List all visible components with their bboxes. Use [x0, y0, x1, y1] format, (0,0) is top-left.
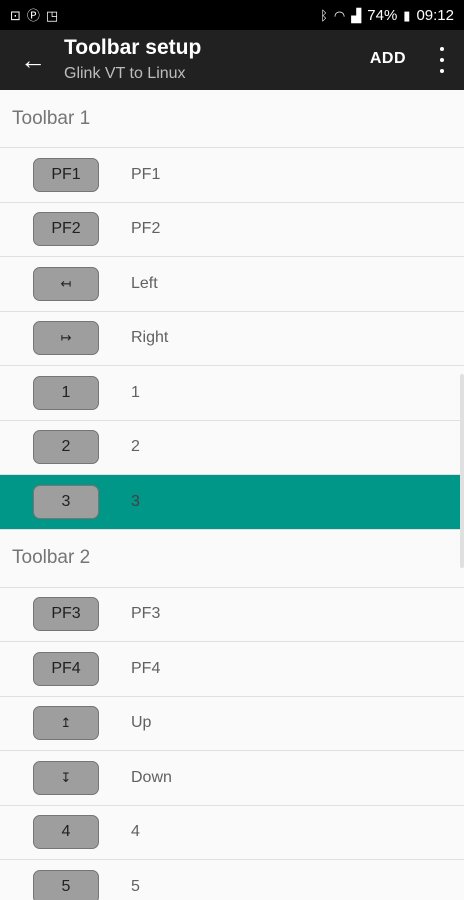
key-preview: 2	[33, 430, 99, 465]
key-preview: PF2	[33, 212, 99, 247]
section-header-toolbar-2: Toolbar 2	[0, 530, 464, 588]
right-arrow-key-icon: ↦	[33, 321, 99, 356]
key-label: PF2	[131, 220, 161, 238]
list-item-4[interactable]: 4 4	[0, 806, 464, 860]
key-label: 3	[131, 492, 140, 510]
key-label: PF1	[131, 165, 161, 183]
wifi-icon: ◠	[333, 7, 346, 23]
app-bar: ← Toolbar setup Glink VT to Linux ADD	[0, 30, 464, 90]
key-label: 2	[131, 438, 140, 456]
list-item-pf2[interactable]: PF2 PF2	[0, 203, 464, 257]
key-preview: 5	[33, 869, 99, 900]
up-arrow-key-icon: ↥	[33, 706, 99, 741]
key-label: Right	[131, 329, 169, 347]
list-item-5[interactable]: 5 5	[0, 860, 464, 900]
down-arrow-key-icon: ↧	[33, 760, 99, 795]
add-button[interactable]: ADD	[370, 50, 406, 68]
key-preview: 4	[33, 815, 99, 850]
key-label: Down	[131, 768, 172, 786]
signal-icon: ▟	[351, 7, 362, 23]
key-label: 1	[131, 383, 140, 401]
cast-icon: ◳	[45, 7, 59, 23]
list-item-down[interactable]: ↧ Down	[0, 751, 464, 806]
list-item-2[interactable]: 2 2	[0, 421, 464, 475]
list-item-pf3[interactable]: PF3 PF3	[0, 588, 464, 642]
key-preview: 1	[33, 375, 99, 410]
key-preview: PF4	[33, 651, 99, 686]
list-item-pf4[interactable]: PF4 PF4	[0, 642, 464, 697]
list-item-up[interactable]: ↥ Up	[0, 697, 464, 751]
toolbar-list: Toolbar 1 PF1 PF1 PF2 PF2 ↤ Left ↦ Right…	[0, 90, 464, 900]
circle-p-icon: Ⓟ	[26, 7, 40, 23]
status-right-icons: ᛒ ◠ ▟ 74% ▮ 09:12	[320, 7, 454, 24]
more-options-icon[interactable]	[436, 47, 448, 73]
battery-icon: ▮	[403, 7, 411, 23]
key-label: Left	[131, 274, 158, 292]
list-item-right[interactable]: ↦ Right	[0, 312, 464, 366]
key-label: PF4	[131, 659, 161, 677]
battery-percent: 74%	[367, 6, 398, 24]
key-label: Up	[131, 714, 152, 732]
list-item-left[interactable]: ↤ Left	[0, 257, 464, 312]
list-item-3-selected[interactable]: 3 3	[0, 475, 464, 530]
list-item-1[interactable]: 1 1	[0, 366, 464, 421]
page-title: Toolbar setup	[64, 36, 202, 59]
scrollbar[interactable]	[460, 374, 464, 568]
key-preview: 3	[33, 484, 99, 519]
page-subtitle: Glink VT to Linux	[64, 65, 186, 82]
back-arrow-icon[interactable]: ←	[18, 45, 48, 75]
section-header-toolbar-1: Toolbar 1	[0, 90, 464, 148]
car-icon: ⊡	[10, 7, 21, 23]
key-preview: PF1	[33, 157, 99, 192]
key-label: PF3	[131, 605, 161, 623]
key-label: 5	[131, 877, 140, 895]
list-item-pf1[interactable]: PF1 PF1	[0, 148, 464, 203]
status-bar: ⊡ Ⓟ ◳ ᛒ ◠ ▟ 74% ▮ 09:12	[0, 0, 464, 30]
clock: 09:12	[416, 6, 454, 24]
key-preview: PF3	[33, 597, 99, 632]
bluetooth-icon: ᛒ	[320, 7, 328, 23]
left-arrow-key-icon: ↤	[33, 266, 99, 301]
key-label: 4	[131, 823, 140, 841]
status-left-icons: ⊡ Ⓟ ◳	[10, 9, 58, 22]
